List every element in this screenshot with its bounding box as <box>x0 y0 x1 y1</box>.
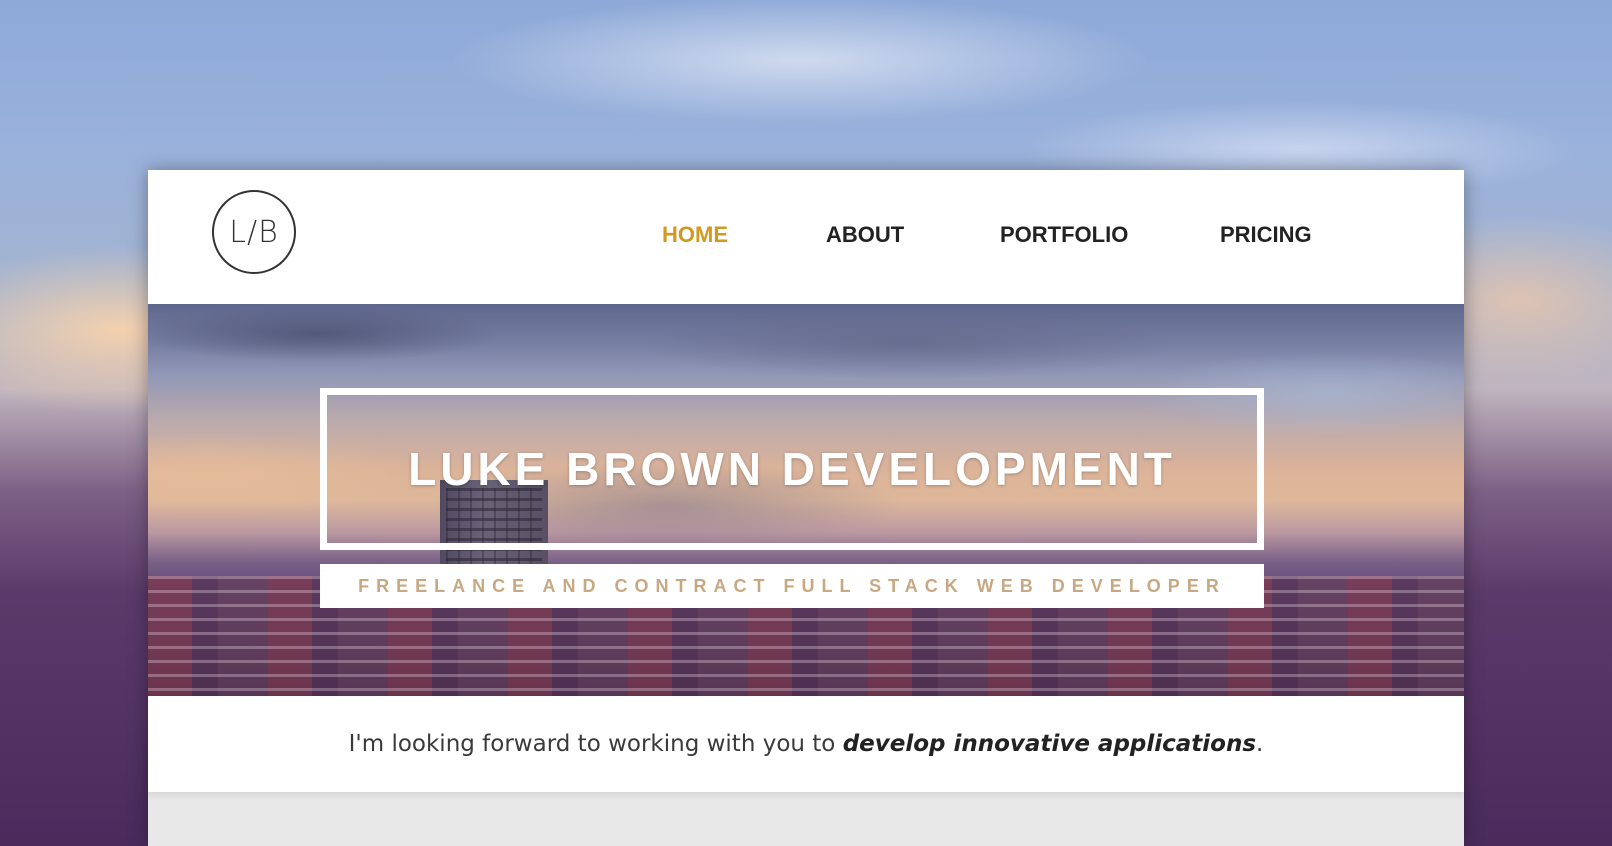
hero-banner: LUKE BROWN DEVELOPMENT FREELANCE AND CON… <box>148 304 1464 696</box>
main-nav: HOME ABOUT PORTFOLIO PRICING <box>148 222 1464 252</box>
hero-subtitle: FREELANCE AND CONTRACT FULL STACK WEB DE… <box>358 575 1226 596</box>
next-section <box>148 792 1464 846</box>
intro-emphasis: develop innovative applications <box>842 731 1257 757</box>
hero-title: LUKE BROWN DEVELOPMENT <box>408 443 1176 495</box>
nav-portfolio[interactable]: PORTFOLIO <box>1000 222 1128 248</box>
website-frame: L/B HOME ABOUT PORTFOLIO PRICING LUKE BR… <box>148 170 1464 846</box>
intro-section: I'm looking forward to working with you … <box>148 696 1464 792</box>
nav-about[interactable]: ABOUT <box>826 222 904 248</box>
intro-lead: I'm looking forward to working with you … <box>348 731 843 757</box>
hero-subtitle-bar: FREELANCE AND CONTRACT FULL STACK WEB DE… <box>320 564 1264 608</box>
site-header: L/B HOME ABOUT PORTFOLIO PRICING <box>148 170 1464 304</box>
intro-text: I'm looking forward to working with you … <box>349 731 1264 757</box>
nav-home[interactable]: HOME <box>662 222 728 248</box>
nav-pricing[interactable]: PRICING <box>1220 222 1312 248</box>
intro-tail: . <box>1256 731 1264 757</box>
hero-title-box: LUKE BROWN DEVELOPMENT <box>320 388 1264 550</box>
